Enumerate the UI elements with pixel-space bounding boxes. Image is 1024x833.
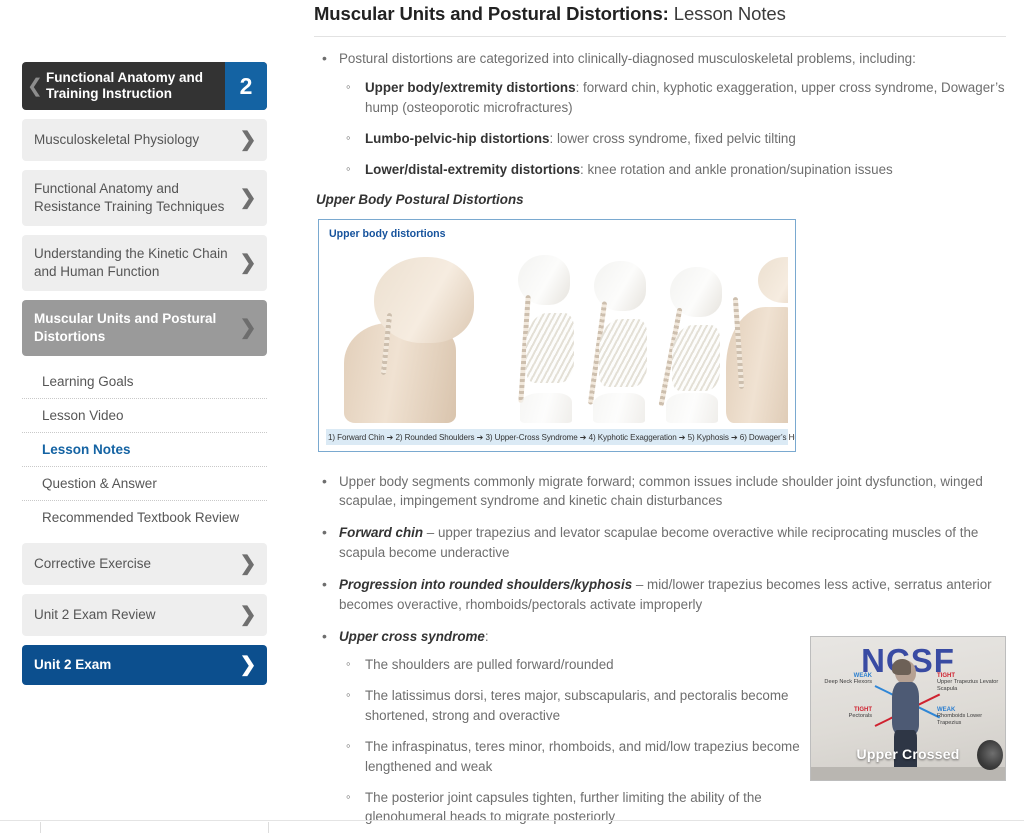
- chevron-right-icon: ❯: [239, 604, 257, 626]
- section-heading: Upper Body Postural Distortions: [316, 191, 524, 207]
- term-label: Progression into rounded shoulders/kypho…: [339, 576, 633, 592]
- list-item: Upper body/extremity distortions: forwar…: [339, 77, 1006, 118]
- sidebar-item-label: Functional Anatomy and Resistance Traini…: [34, 180, 225, 214]
- figure-kyphotic-exaggeration: [652, 255, 734, 423]
- term-label: Lower/distal-extremity distortions: [365, 161, 581, 177]
- sidebar-item-label: Unit 2 Exam Review: [34, 606, 156, 622]
- list-item: Forward chin – upper trapezius and levat…: [314, 522, 1006, 563]
- weight-plate-icon: [977, 740, 1003, 770]
- term-label: Lumbo-pelvic-hip distortions: [365, 130, 550, 146]
- bullet-text: Postural distortions are categorized int…: [339, 51, 916, 67]
- footer-divider: [0, 820, 1024, 821]
- list-item: Lower/distal-extremity distortions: knee…: [339, 159, 1006, 180]
- sidebar-subitem-lesson-video[interactable]: Lesson Video: [22, 399, 267, 433]
- chevron-left-icon[interactable]: ❮: [22, 62, 44, 110]
- muscle-label: Pectorals: [848, 713, 872, 719]
- lesson-subnav: Learning Goals Lesson Video Lesson Notes…: [22, 365, 267, 535]
- sidebar-item-label: Understanding the Kinetic Chain and Huma…: [34, 245, 228, 279]
- sidebar-item-corrective-exercise[interactable]: Corrective Exercise ❯: [22, 543, 267, 585]
- muscle-label: Upper Trapezius Levator Scapula: [937, 679, 999, 693]
- sidebar-item-understanding-kinetic-chain[interactable]: Understanding the Kinetic Chain and Huma…: [22, 235, 267, 291]
- floor-strip: [811, 767, 1005, 780]
- upper-cross-syndrome-list: The shoulders are pulled forward/rounded…: [339, 654, 809, 828]
- annotation-top-left: WEAK Deep Neck Flexors: [818, 673, 872, 686]
- chevron-right-icon: ❯: [239, 252, 257, 274]
- muscle-label: Deep Neck Flexors: [824, 679, 872, 685]
- sidebar-item-musculoskeletal-physiology[interactable]: Musculoskeletal Physiology ❯: [22, 119, 267, 161]
- sidebar-item-muscular-units-postural-distortions[interactable]: Muscular Units and Postural Distortions …: [22, 300, 267, 356]
- chevron-right-icon: ❯: [239, 129, 257, 151]
- list-item: The latissimus dorsi, teres major, subsc…: [339, 685, 809, 726]
- term-description: : knee rotation and ankle pronation/supi…: [580, 161, 893, 177]
- list-item: Lumbo-pelvic-hip distortions: lower cros…: [339, 128, 1006, 149]
- sidebar-subitem-recommended-textbook-review[interactable]: Recommended Textbook Review: [22, 501, 267, 535]
- sidebar-subitem-lesson-notes[interactable]: Lesson Notes: [22, 433, 267, 467]
- sidebar-item-functional-anatomy-resistance-training[interactable]: Functional Anatomy and Resistance Traini…: [22, 170, 267, 226]
- title-divider: [314, 36, 1006, 38]
- list-item: The posterior joint capsules tighten, fu…: [339, 787, 809, 828]
- thumbnail-caption: Upper Crossed: [856, 746, 960, 762]
- figure-title: Upper body distortions: [329, 227, 446, 240]
- sidebar-unit-header[interactable]: ❮ Functional Anatomy and Training Instru…: [22, 62, 267, 110]
- list-item: The shoulders are pulled forward/rounded: [339, 654, 809, 675]
- footer-tick: [40, 822, 41, 833]
- muscle-label: Rhomboids Lower Trapezius: [937, 713, 983, 727]
- annotation-bottom-right: WEAK Rhomboids Lower Trapezius: [937, 707, 999, 727]
- page-title: Muscular Units and Postural Distortions:…: [314, 0, 1006, 25]
- list-item: Upper body segments commonly migrate for…: [314, 471, 1006, 512]
- figure-kyphosis-dowagers-hump: [724, 251, 788, 423]
- sidebar-subitem-question-answer[interactable]: Question & Answer: [22, 467, 267, 501]
- figure-forward-chin: [340, 255, 480, 423]
- sidebar-item-unit-2-exam[interactable]: Unit 2 Exam ❯: [22, 645, 267, 685]
- page-title-section: Lesson Notes: [668, 3, 786, 24]
- annotation-bottom-left: TIGHT Pectorals: [818, 707, 872, 720]
- sidebar-item-unit-2-exam-review[interactable]: Unit 2 Exam Review ❯: [22, 594, 267, 636]
- term-label: Upper cross syndrome: [339, 628, 485, 644]
- term-description: – upper trapezius and levator scapulae b…: [339, 525, 979, 561]
- lesson-notes-page: ❮ Functional Anatomy and Training Instru…: [0, 0, 1024, 833]
- bullet-text: Upper body segments commonly migrate for…: [339, 473, 983, 509]
- figure-illustration: [326, 246, 788, 423]
- upper-body-distortions-figure: Upper body distortions 1) Forward Chin ➔…: [318, 218, 796, 452]
- page-title-bold: Muscular Units and Postural Distortions:: [314, 3, 669, 24]
- distortion-category-list: Upper body/extremity distortions: forwar…: [339, 77, 1006, 180]
- list-item: Progression into rounded shoulders/kypho…: [314, 574, 1006, 615]
- term-description: : lower cross syndrome, fixed pelvic til…: [549, 130, 796, 146]
- term-label: Forward chin: [339, 525, 424, 541]
- sidebar-subitem-learning-goals[interactable]: Learning Goals: [22, 365, 267, 399]
- notes-top-list: Postural distortions are categorized int…: [314, 48, 1006, 180]
- sidebar-item-label: Muscular Units and Postural Distortions: [34, 310, 217, 344]
- footer-tick: [268, 822, 269, 833]
- list-item: Postural distortions are categorized int…: [314, 48, 1006, 180]
- chevron-right-icon: ❯: [239, 553, 257, 575]
- sidebar-item-label: Musculoskeletal Physiology: [34, 131, 200, 147]
- chevron-right-icon: ❯: [239, 187, 257, 209]
- annotation-top-right: TIGHT Upper Trapezius Levator Scapula: [937, 673, 999, 693]
- figure-caption: 1) Forward Chin ➔ 2) Rounded Shoulders ➔…: [326, 428, 795, 445]
- term-description: :: [484, 628, 489, 644]
- sidebar-unit-label: Functional Anatomy and Training Instruct…: [46, 69, 204, 101]
- ncsf-video-thumbnail[interactable]: NCSF WEAK Deep Neck Flexors TIGHT Upper …: [810, 636, 1006, 781]
- list-item: The infraspinatus, teres minor, rhomboid…: [339, 736, 809, 777]
- course-sidebar: ❮ Functional Anatomy and Training Instru…: [0, 0, 300, 833]
- chevron-right-icon: ❯: [239, 654, 257, 676]
- figure-rounded-shoulders: [504, 251, 586, 423]
- figure-upper-cross-syndrome: [578, 253, 660, 423]
- sidebar-unit-number-badge: 2: [225, 62, 267, 110]
- sidebar-item-label: Unit 2 Exam: [34, 656, 112, 672]
- term-label: Upper body/extremity distortions: [365, 80, 576, 96]
- sidebar-item-label: Corrective Exercise: [34, 555, 152, 571]
- chevron-right-icon: ❯: [239, 317, 257, 339]
